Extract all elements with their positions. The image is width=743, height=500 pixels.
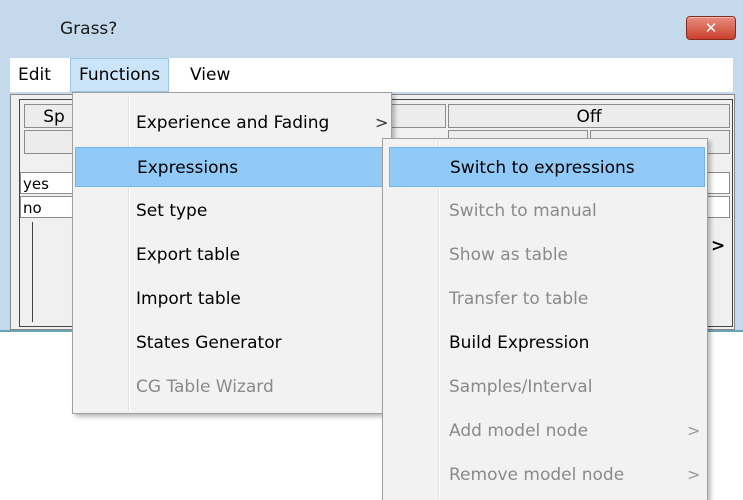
- expressions-submenu: Switch to expressions Switch to manual S…: [382, 138, 708, 500]
- menu-item-samples-interval: Samples/Interval: [389, 367, 705, 407]
- menu-item-label: Set type: [136, 201, 208, 221]
- menu-item-label: Transfer to table: [449, 289, 589, 309]
- scroll-right-icon[interactable]: >: [711, 236, 725, 256]
- menu-functions[interactable]: Functions: [70, 58, 170, 92]
- grid-divider: [32, 222, 33, 322]
- menu-item-label: CG Table Wizard: [136, 377, 274, 397]
- menu-item-label: Export table: [136, 245, 241, 265]
- close-icon: ✕: [704, 19, 718, 37]
- chevron-right-icon: >: [687, 465, 701, 484]
- menu-item-set-type[interactable]: Set type >: [75, 191, 394, 231]
- menu-item-label: Samples/Interval: [449, 377, 593, 397]
- menu-item-label: Experience and Fading: [136, 113, 330, 133]
- menu-item-label: Expressions: [137, 158, 239, 178]
- menu-item-remove-model-node: Remove model node >: [389, 455, 705, 495]
- menu-item-show-as-table: Show as table: [389, 235, 705, 275]
- menu-item-label: States Generator: [136, 333, 282, 353]
- menu-item-label: Switch to expressions: [450, 158, 635, 178]
- menu-item-label: Remove model node: [449, 465, 625, 485]
- chevron-right-icon: >: [375, 113, 389, 132]
- menu-item-export-table[interactable]: Export table: [75, 235, 389, 275]
- column-header-off[interactable]: Off: [448, 104, 730, 128]
- menu-item-experience-fading[interactable]: Experience and Fading >: [75, 103, 389, 143]
- menu-item-label: Switch to manual: [449, 201, 597, 221]
- menu-edit[interactable]: Edit: [10, 58, 59, 92]
- title-bar[interactable]: Grass? ✕: [0, 0, 743, 56]
- window-title: Grass?: [60, 19, 118, 39]
- menu-item-label: Show as table: [449, 245, 569, 265]
- menu-item-expressions[interactable]: Expressions >: [75, 147, 395, 187]
- menu-item-add-model-node: Add model node >: [389, 411, 705, 451]
- menu-bar: Edit Functions View: [10, 58, 733, 92]
- menu-item-import-table[interactable]: Import table: [75, 279, 389, 319]
- menu-item-switch-to-manual: Switch to manual: [389, 191, 705, 231]
- menu-item-transfer-to-table: Transfer to table: [389, 279, 705, 319]
- functions-menu: Experience and Fading > Expressions > Se…: [72, 92, 395, 414]
- close-button[interactable]: ✕: [686, 16, 736, 40]
- menu-view[interactable]: View: [182, 58, 238, 92]
- menu-item-build-expression[interactable]: Build Expression: [389, 323, 705, 363]
- menu-item-cg-table-wizard: CG Table Wizard: [75, 367, 389, 407]
- menu-item-states-generator[interactable]: States Generator: [75, 323, 389, 363]
- menu-item-label: Build Expression: [449, 333, 590, 353]
- menu-item-label: Import table: [136, 289, 241, 309]
- chevron-right-icon: >: [687, 421, 701, 440]
- menu-item-switch-to-expressions[interactable]: Switch to expressions: [389, 147, 705, 187]
- menu-item-label: Add model node: [449, 421, 589, 441]
